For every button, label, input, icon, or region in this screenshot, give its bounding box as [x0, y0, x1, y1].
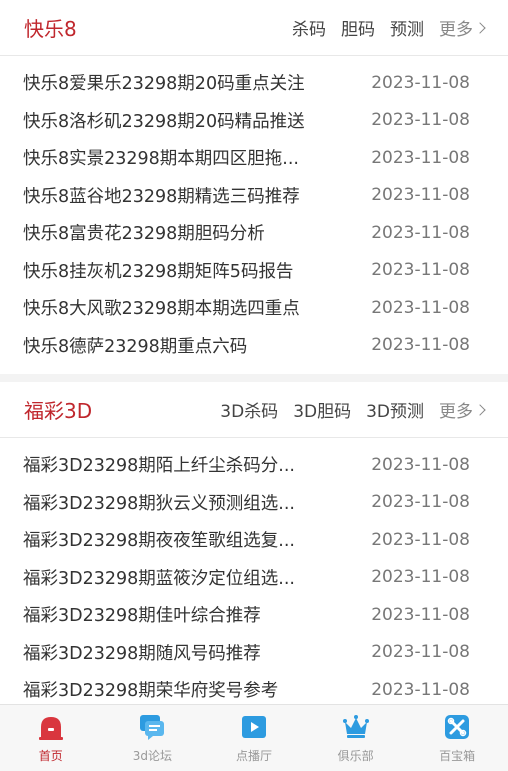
- link-forecast[interactable]: 预测: [390, 15, 424, 40]
- item-date: 2023-11-08: [371, 492, 470, 513]
- list-item[interactable]: 福彩3D23298期夜夜笙歌组选复... 2023-11-08: [0, 521, 508, 559]
- article-list: 快乐8爱果乐23298期20码重点关注 2023-11-08 快乐8洛杉矶2329…: [0, 56, 508, 374]
- item-title: 福彩3D23298期狄云义预测组选...: [23, 493, 295, 514]
- list-item[interactable]: 快乐8德萨23298期重点六码 2023-11-08: [0, 327, 508, 365]
- tab-label: 俱乐部: [337, 748, 374, 763]
- chevron-right-icon: [474, 21, 486, 34]
- item-title: 福彩3D23298期陌上纤尘杀码分...: [23, 456, 295, 477]
- item-date: 2023-11-08: [371, 454, 470, 475]
- list-item[interactable]: 快乐8富贵花23298期胆码分析 2023-11-08: [0, 214, 508, 252]
- item-date: 2023-11-08: [371, 260, 470, 281]
- list-item[interactable]: 快乐8蓝谷地23298期精选三码推荐 2023-11-08: [0, 177, 508, 215]
- link-3d-kill-code[interactable]: 3D杀码: [220, 397, 278, 422]
- tab-3d-forum[interactable]: 3d论坛: [102, 713, 203, 764]
- list-item[interactable]: 福彩3D23298期随风号码推荐 2023-11-08: [0, 634, 508, 672]
- list-item[interactable]: 快乐8爱果乐23298期20码重点关注 2023-11-08: [0, 64, 508, 102]
- more-link[interactable]: 更多: [439, 397, 486, 422]
- item-date: 2023-11-08: [371, 529, 470, 550]
- item-title: 快乐8蓝谷地23298期精选三码推荐: [23, 186, 300, 207]
- tab-label: 百宝箱: [439, 748, 476, 763]
- link-3d-banker-code[interactable]: 3D胆码: [293, 397, 351, 422]
- play-icon: [241, 715, 266, 738]
- item-title: 快乐8大风歌23298期本期选四重点: [23, 299, 300, 320]
- item-title: 福彩3D23298期佳叶综合推荐: [23, 606, 261, 627]
- tab-label: 3d论坛: [132, 748, 173, 763]
- more-link[interactable]: 更多: [439, 15, 486, 40]
- list-item[interactable]: 福彩3D23298期陌上纤尘杀码分... 2023-11-08: [0, 446, 508, 484]
- tab-club[interactable]: 俱乐部: [305, 713, 406, 764]
- item-date: 2023-11-08: [371, 567, 470, 588]
- item-title: 福彩3D23298期蓝筱汐定位组选...: [23, 568, 295, 589]
- item-date: 2023-11-08: [371, 110, 470, 131]
- tab-home[interactable]: 首页: [0, 713, 101, 764]
- bottom-tab-bar: 首页 3d论坛 点播厅 俱乐部 百宝箱: [0, 704, 508, 771]
- home-icon: [38, 716, 63, 740]
- more-label: 更多: [439, 402, 473, 422]
- link-3d-forecast[interactable]: 3D预测: [366, 397, 424, 422]
- article-list: 福彩3D23298期陌上纤尘杀码分... 2023-11-08 福彩3D23298…: [0, 438, 508, 719]
- list-item[interactable]: 快乐8挂灰机23298期矩阵5码报告 2023-11-08: [0, 252, 508, 290]
- section-header: 福彩3D 3D杀码 3D胆码 3D预测 更多: [0, 382, 508, 438]
- link-banker-code[interactable]: 胆码: [341, 15, 375, 40]
- item-title: 快乐8挂灰机23298期矩阵5码报告: [23, 261, 294, 282]
- list-item[interactable]: 福彩3D23298期荣华府奖号参考 2023-11-08: [0, 671, 508, 709]
- item-date: 2023-11-08: [371, 335, 470, 356]
- item-date: 2023-11-08: [371, 185, 470, 206]
- list-item[interactable]: 福彩3D23298期蓝筱汐定位组选... 2023-11-08: [0, 559, 508, 597]
- item-title: 快乐8富贵花23298期胆码分析: [23, 224, 265, 245]
- tab-label: 首页: [38, 748, 63, 763]
- item-title: 快乐8实景23298期本期四区胆拖...: [23, 149, 299, 170]
- list-item[interactable]: 福彩3D23298期佳叶综合推荐 2023-11-08: [0, 596, 508, 634]
- crown-icon: [342, 714, 369, 738]
- section-header: 快乐8 杀码 胆码 预测 更多: [0, 0, 508, 56]
- item-date: 2023-11-08: [371, 604, 470, 625]
- toolbox-icon: [445, 714, 470, 739]
- list-item[interactable]: 快乐8洛杉矶23298期20码精品推送 2023-11-08: [0, 102, 508, 140]
- item-title: 快乐8爱果乐23298期20码重点关注: [23, 74, 305, 95]
- chevron-right-icon: [474, 403, 486, 416]
- chat-icon: [140, 714, 165, 740]
- list-item[interactable]: 快乐8大风歌23298期本期选四重点 2023-11-08: [0, 289, 508, 327]
- link-kill-code[interactable]: 杀码: [292, 15, 326, 40]
- item-date: 2023-11-08: [371, 222, 470, 243]
- section-links: 3D杀码 3D胆码 3D预测 更多: [205, 397, 486, 422]
- tab-video-hall[interactable]: 点播厅: [203, 713, 304, 764]
- item-date: 2023-11-08: [371, 642, 470, 663]
- item-date: 2023-11-08: [371, 72, 470, 93]
- list-item[interactable]: 福彩3D23298期狄云义预测组选... 2023-11-08: [0, 484, 508, 522]
- item-date: 2023-11-08: [371, 147, 470, 168]
- section-divider: [0, 374, 508, 382]
- item-title: 快乐8德萨23298期重点六码: [23, 336, 248, 357]
- list-item[interactable]: 快乐8实景23298期本期四区胆拖... 2023-11-08: [0, 139, 508, 177]
- tab-label: 点播厅: [235, 748, 272, 763]
- section-title: 福彩3D: [24, 399, 93, 423]
- item-title: 福彩3D23298期夜夜笙歌组选复...: [23, 531, 295, 552]
- tab-toolbox[interactable]: 百宝箱: [407, 713, 508, 764]
- section-fucai3d: 福彩3D 3D杀码 3D胆码 3D预测 更多 福彩3D23298期陌上纤尘杀码分…: [0, 382, 508, 719]
- section-kuaile8: 快乐8 杀码 胆码 预测 更多 快乐8爱果乐23298期20码重点关注 2023-…: [0, 0, 508, 374]
- section-title: 快乐8: [24, 17, 77, 41]
- item-title: 福彩3D23298期随风号码推荐: [23, 643, 261, 664]
- item-date: 2023-11-08: [371, 297, 470, 318]
- section-links: 杀码 胆码 预测 更多: [277, 15, 486, 40]
- item-date: 2023-11-08: [371, 679, 470, 700]
- more-label: 更多: [439, 20, 473, 40]
- item-title: 快乐8洛杉矶23298期20码精品推送: [23, 111, 305, 132]
- item-title: 福彩3D23298期荣华府奖号参考: [23, 681, 279, 702]
